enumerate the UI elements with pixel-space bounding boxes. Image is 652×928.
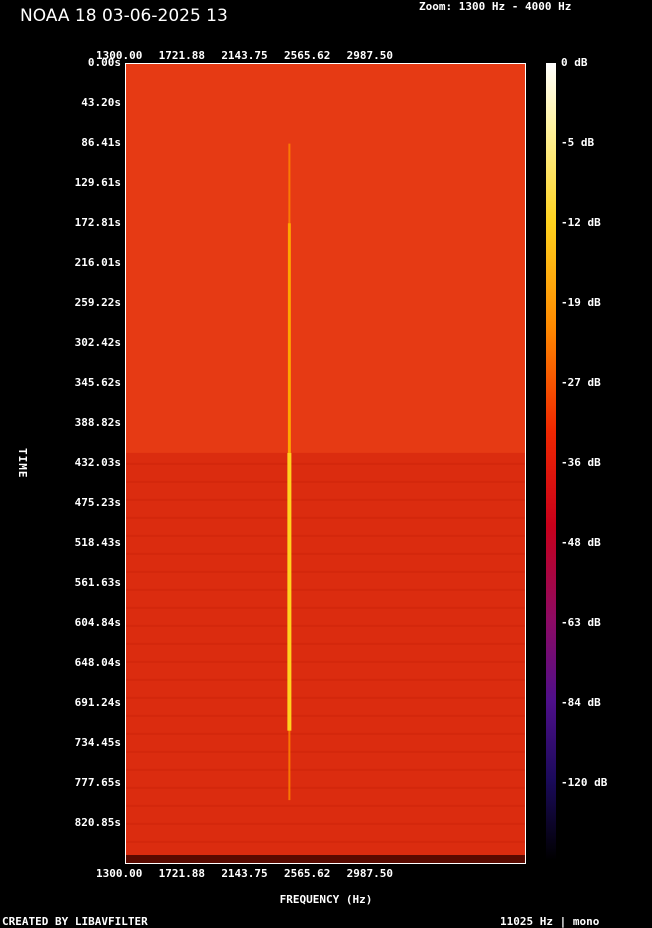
darker-band: [126, 452, 525, 863]
y-tick-label: 388.82s: [74, 416, 121, 429]
x-tick-label: 1721.88: [158, 867, 206, 880]
noise-stripe: [126, 750, 525, 753]
noise-stripe: [126, 534, 525, 537]
y-tick-label: 129.61s: [74, 176, 121, 189]
noise-stripe: [126, 588, 525, 591]
colorbar-tick-label: -36 dB: [561, 456, 601, 469]
noise-stripe: [126, 804, 525, 807]
noise-stripe: [126, 480, 525, 483]
noise-stripe: [126, 624, 525, 627]
noise-stripe: [126, 552, 525, 555]
noise-stripe: [126, 732, 525, 735]
y-tick-label: 648.04s: [74, 656, 121, 669]
noise-stripe: [126, 768, 525, 771]
signal-strong: [287, 452, 292, 731]
noise-stripe: [126, 498, 525, 501]
noise-stripe: [126, 822, 525, 825]
colorbar-tick-label: -19 dB: [561, 296, 601, 309]
colorbar-tick-label: -120 dB: [561, 776, 608, 789]
spectrogram-svg: [126, 143, 525, 863]
noise-stripe: [126, 570, 525, 573]
x-tick-label: 1721.88: [158, 49, 206, 62]
noise-stripe: [126, 660, 525, 663]
noise-stripe: [126, 606, 525, 609]
x-tick-label: 1300.00: [96, 867, 143, 880]
y-axis-label: TIME: [16, 448, 29, 479]
colorbar: [546, 63, 556, 860]
x-tick-label: 2565.62: [283, 867, 331, 880]
signal-mid: [287, 223, 291, 453]
y-tick-label: 216.01s: [74, 256, 121, 269]
colorbar-tick-label: -63 dB: [561, 616, 601, 629]
colorbar-tick-label: -27 dB: [561, 376, 601, 389]
y-tick-label: 43.20s: [81, 96, 121, 109]
noise-stripe: [126, 786, 525, 789]
colorbar-tick-label: -5 dB: [561, 136, 595, 149]
bottom-strip: [126, 855, 525, 863]
colorbar-tick-label: -48 dB: [561, 536, 601, 549]
noise-stripe: [126, 714, 525, 717]
colorbar-tick-label: -84 dB: [561, 696, 601, 709]
x-tick-label: 2987.50: [346, 867, 393, 880]
y-tick-label: 561.63s: [74, 576, 121, 589]
chart-title: NOAA 18 03-06-2025 13: [20, 6, 228, 26]
y-tick-label: 691.24s: [74, 696, 121, 709]
y-tick-label: 172.81s: [74, 216, 121, 229]
footer-sample-rate: 11025 Hz | mono: [500, 915, 600, 928]
noise-stripe: [126, 696, 525, 699]
x-axis-label: FREQUENCY (Hz): [279, 893, 373, 906]
y-tick-label: 302.42s: [74, 336, 121, 349]
y-tick-label: 475.23s: [74, 496, 121, 509]
noise-stripe: [126, 840, 525, 843]
x-tick-label: 2987.50: [346, 49, 393, 62]
noise-stripe: [126, 678, 525, 681]
y-tick-label: 86.41s: [81, 136, 121, 149]
y-tick-label: 604.84s: [74, 616, 121, 629]
y-tick-label: 777.65s: [74, 776, 121, 789]
y-tick-label: 0.00s: [87, 56, 121, 69]
y-tick-label: 820.85s: [74, 816, 121, 829]
x-tick-label: 2143.75: [221, 867, 268, 880]
colorbar-tick-label: 0 dB: [561, 56, 588, 69]
y-tick-label: 345.62s: [74, 376, 121, 389]
zoom-range: Zoom: 1300 Hz - 4000 Hz: [419, 0, 572, 13]
x-tick-label: 2565.62: [283, 49, 331, 62]
x-tick-label: 2143.75: [221, 49, 268, 62]
y-tick-label: 518.43s: [74, 536, 121, 549]
noise-stripe: [126, 642, 525, 645]
footer-credit: CREATED BY LIBAVFILTER: [2, 915, 148, 928]
y-tick-label: 734.45s: [74, 736, 121, 749]
noise-stripe: [126, 462, 525, 465]
spectrogram-plot: [125, 63, 526, 864]
noise-stripe: [126, 516, 525, 519]
colorbar-tick-label: -12 dB: [561, 216, 601, 229]
y-tick-label: 259.22s: [74, 296, 121, 309]
